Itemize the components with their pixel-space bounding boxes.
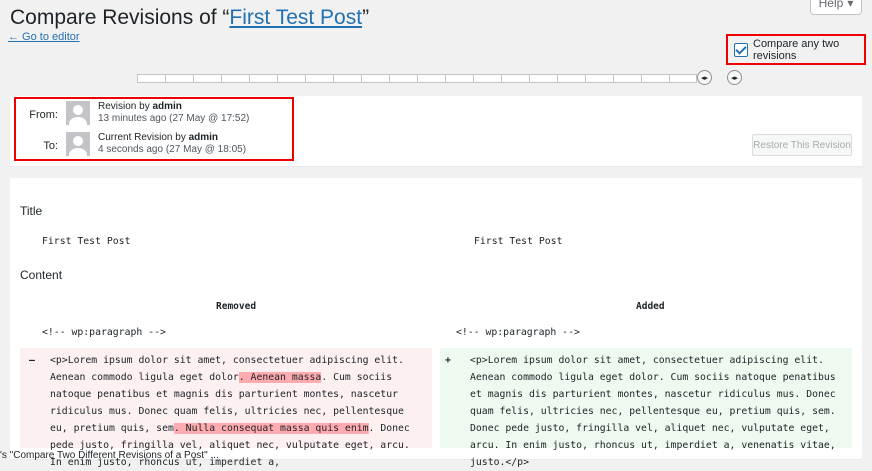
removed-diff-block: – <p>Lorem ipsum dolor sit amet, consect… xyxy=(20,348,432,468)
title-left: First Test Post xyxy=(42,236,131,247)
slider-tick[interactable] xyxy=(557,74,585,83)
from-label: From: xyxy=(29,109,58,121)
from-author: admin xyxy=(152,101,182,112)
removed-column-header: Removed xyxy=(216,301,257,312)
from-row: From: Revision by admin 13 minutes ago (… xyxy=(22,101,249,125)
from-by-prefix: Revision by xyxy=(98,101,153,112)
to-row: To: Current Revision by admin 4 seconds … xyxy=(22,132,246,156)
paragraph-comment-left: <!-- wp:paragraph --> xyxy=(42,327,166,338)
title-suffix: ” xyxy=(362,6,370,29)
deleted-highlight: . Nulla consequat massa quis enim xyxy=(173,423,369,434)
to-by-prefix: Current Revision by xyxy=(98,132,189,143)
slider-tick[interactable] xyxy=(249,74,277,83)
slider-tick[interactable] xyxy=(305,74,333,83)
slider-tick[interactable] xyxy=(669,74,697,83)
avatar xyxy=(66,132,90,156)
added-diff-block: + <p>Lorem ipsum dolor sit amet, consect… xyxy=(440,348,852,468)
slider-tick[interactable] xyxy=(529,74,557,83)
slider-tick[interactable] xyxy=(389,74,417,83)
added-text: <p>Lorem ipsum dolor sit amet, consectet… xyxy=(470,355,836,468)
added-column-header: Added xyxy=(636,301,665,312)
title-right: First Test Post xyxy=(474,236,563,247)
caret-down-icon: ▾ xyxy=(847,0,854,10)
help-label: Help xyxy=(818,0,844,10)
slider-handle-icon[interactable]: ◂▸ xyxy=(727,70,742,85)
checkbox-checked-icon[interactable] xyxy=(734,42,748,57)
go-to-editor-link[interactable]: ← Go to editor xyxy=(8,31,80,43)
slider-tick[interactable] xyxy=(473,74,501,83)
from-when: 13 minutes ago xyxy=(98,113,167,124)
to-date: (27 May @ 18:05) xyxy=(165,144,247,155)
deleted-highlight: . Aenean massa xyxy=(238,372,322,383)
to-when: 4 seconds ago xyxy=(98,144,164,155)
slider-tick[interactable] xyxy=(165,74,193,83)
plus-icon: + xyxy=(445,355,451,366)
title-heading: Title xyxy=(20,204,43,218)
to-author: admin xyxy=(188,132,219,143)
content-heading: Content xyxy=(20,268,63,282)
compare-label: Compare any two revisions xyxy=(753,37,840,62)
to-info: Current Revision by admin 4 seconds ago … xyxy=(98,132,246,156)
slider-tick[interactable] xyxy=(333,74,361,83)
compare-any-two-revisions[interactable]: Compare any two revisions xyxy=(726,34,866,65)
post-title-link[interactable]: First Test Post xyxy=(229,6,362,29)
paragraph-comment-right: <!-- wp:paragraph --> xyxy=(456,327,580,338)
from-info: Revision by admin 13 minutes ago (27 May… xyxy=(98,101,249,125)
slider-tick[interactable] xyxy=(417,74,445,83)
slider-tick[interactable] xyxy=(277,74,305,83)
slider-tick[interactable] xyxy=(137,74,165,83)
slider-tick[interactable] xyxy=(221,74,249,83)
restore-revision-button[interactable]: Restore This Revision xyxy=(752,134,852,156)
page-title: Compare Revisions of “First Test Post” xyxy=(10,6,369,30)
slider-tick[interactable] xyxy=(613,74,641,83)
slider-tick[interactable] xyxy=(445,74,473,83)
bottom-caption: 's "Compare Two Different Revisions of a… xyxy=(0,450,219,461)
help-tab[interactable]: Help ▾ xyxy=(810,0,862,15)
minus-icon: – xyxy=(29,355,35,366)
to-label: To: xyxy=(43,140,58,152)
slider-tick[interactable] xyxy=(361,74,389,83)
from-date: (27 May @ 17:52) xyxy=(169,113,250,124)
title-prefix: Compare Revisions of “ xyxy=(10,6,230,29)
slider-tick[interactable] xyxy=(193,74,221,83)
slider-handle-icon[interactable]: ◂▸ xyxy=(697,70,712,85)
slider-tick[interactable] xyxy=(641,74,669,83)
revision-slider[interactable]: ◂▸ ◂▸ xyxy=(137,70,742,85)
slider-tick[interactable] xyxy=(585,74,613,83)
slider-tick[interactable] xyxy=(501,74,529,83)
avatar xyxy=(66,101,90,125)
